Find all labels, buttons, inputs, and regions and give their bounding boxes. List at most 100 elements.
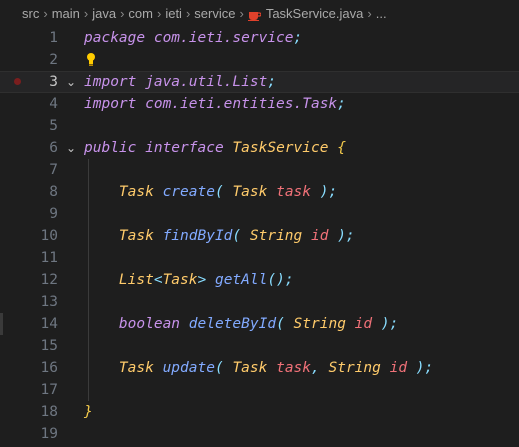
- code-token: );: [319, 184, 338, 200]
- code-token: );: [337, 228, 355, 244]
- code-token: );: [380, 316, 399, 332]
- code-line[interactable]: 15: [0, 335, 519, 357]
- code-token: getAll: [214, 272, 268, 288]
- code-line[interactable]: 10 Task findById( String id );: [0, 225, 519, 247]
- breadcrumb-item-service[interactable]: service: [194, 6, 235, 21]
- code-token: (: [214, 360, 233, 376]
- code-token: Task: [162, 272, 198, 288]
- line-number[interactable]: 11: [18, 247, 58, 269]
- code-token: id: [311, 228, 338, 244]
- code-text: }: [84, 401, 93, 423]
- line-number[interactable]: 18: [18, 401, 58, 423]
- code-line[interactable]: 7: [0, 159, 519, 181]
- code-token: deleteById: [188, 316, 277, 332]
- code-token: java.util.List: [145, 74, 268, 90]
- code-line[interactable]: 2: [0, 49, 519, 71]
- breadcrumb-item-file[interactable]: TaskService.java: [266, 6, 364, 21]
- line-number[interactable]: 19: [18, 423, 58, 445]
- code-text: Task create( Task task );: [84, 181, 337, 203]
- code-line[interactable]: 1 package com.ieti.service;: [0, 27, 519, 49]
- code-token: task: [276, 184, 320, 200]
- chevron-right-icon: ›: [120, 6, 125, 21]
- code-token: Task: [232, 360, 277, 376]
- line-number[interactable]: 12: [18, 269, 58, 291]
- line-number[interactable]: 1: [18, 27, 58, 49]
- code-token: package: [84, 30, 154, 46]
- code-line[interactable]: 19: [0, 423, 519, 445]
- code-line[interactable]: 16 Task update( Task task, String id );: [0, 357, 519, 379]
- line-number[interactable]: 10: [18, 225, 58, 247]
- line-number[interactable]: 4: [18, 93, 58, 115]
- chevron-right-icon: ›: [156, 6, 162, 21]
- code-line[interactable]: 12 List<Task> getAll();: [0, 269, 519, 291]
- code-line[interactable]: 17: [0, 379, 519, 401]
- chevron-down-icon[interactable]: ⌄: [66, 137, 76, 159]
- code-token: {: [337, 140, 346, 156]
- code-token: TaskService: [232, 140, 338, 156]
- breadcrumb-item-src[interactable]: src: [22, 6, 39, 21]
- java-coffee-icon: [247, 9, 262, 21]
- line-number[interactable]: 16: [18, 357, 58, 379]
- line-number[interactable]: 14: [18, 313, 58, 335]
- code-token: String: [293, 316, 355, 332]
- line-number[interactable]: 8: [18, 181, 58, 203]
- code-token: id: [354, 316, 381, 332]
- chevron-down-icon[interactable]: ⌄: [66, 71, 76, 93]
- line-number[interactable]: 6: [18, 137, 58, 159]
- line-number[interactable]: 5: [18, 115, 58, 137]
- chevron-right-icon: ›: [367, 6, 372, 21]
- code-token: task: [276, 360, 312, 376]
- line-number[interactable]: 3: [18, 71, 58, 93]
- code-token: (: [276, 316, 294, 332]
- code-token: Task: [118, 228, 163, 244]
- line-number[interactable]: 9: [18, 203, 58, 225]
- code-token: boolean: [118, 316, 189, 332]
- code-token: Task: [118, 184, 163, 200]
- code-text: List<Task> getAll();: [84, 269, 294, 291]
- code-line[interactable]: 11: [0, 247, 519, 269]
- lightbulb-icon[interactable]: [86, 52, 96, 68]
- code-line[interactable]: 6 ⌄ public interface TaskService {: [0, 137, 519, 159]
- code-token: import: [84, 74, 146, 90]
- code-token: com.ieti.entities.Task: [145, 96, 338, 112]
- breadcrumb-item-main[interactable]: main: [52, 6, 80, 21]
- code-token: String: [249, 228, 311, 244]
- breadcrumb: src › main › java › com › ieti › service…: [0, 0, 519, 27]
- line-number[interactable]: 13: [18, 291, 58, 313]
- code-line[interactable]: 9: [0, 203, 519, 225]
- code-token: >: [197, 272, 215, 288]
- line-number[interactable]: 15: [18, 335, 58, 357]
- code-text: import java.util.List;: [84, 71, 276, 93]
- code-line[interactable]: 3 ⌄ import java.util.List;: [0, 71, 519, 93]
- breadcrumb-item-more[interactable]: ...: [376, 6, 387, 21]
- code-text: Task findById( String id );: [84, 225, 355, 247]
- code-text: Task update( Task task, String id );: [84, 357, 433, 379]
- code-line[interactable]: 13: [0, 291, 519, 313]
- chevron-right-icon: ›: [83, 6, 89, 21]
- chevron-right-icon: ›: [185, 6, 191, 21]
- code-token: List: [118, 272, 154, 288]
- breadcrumb-item-ieti[interactable]: ieti: [165, 6, 182, 21]
- breadcrumb-item-com[interactable]: com: [128, 6, 153, 21]
- line-number[interactable]: 7: [18, 159, 58, 181]
- code-token: findById: [162, 228, 233, 244]
- breadcrumb-item-java[interactable]: java: [92, 6, 116, 21]
- code-editor[interactable]: 1 package com.ieti.service; 2 3 ⌄ import java…: [0, 27, 519, 447]
- code-token: ;: [293, 30, 303, 46]
- code-line[interactable]: 14 boolean deleteById( String id );: [0, 313, 519, 335]
- code-token: interface: [145, 140, 233, 156]
- code-line[interactable]: 18}: [0, 401, 519, 423]
- breakpoint-dot-icon[interactable]: [14, 78, 21, 85]
- code-line[interactable]: 8 Task create( Task task );: [0, 181, 519, 203]
- chevron-right-icon: ›: [239, 6, 244, 21]
- code-token: Task: [118, 360, 163, 376]
- code-token: (: [214, 184, 233, 200]
- line-number[interactable]: 17: [18, 379, 58, 401]
- line-number[interactable]: 2: [18, 49, 58, 71]
- code-line[interactable]: 4 import com.ieti.entities.Task;: [0, 93, 519, 115]
- code-line[interactable]: 5: [0, 115, 519, 137]
